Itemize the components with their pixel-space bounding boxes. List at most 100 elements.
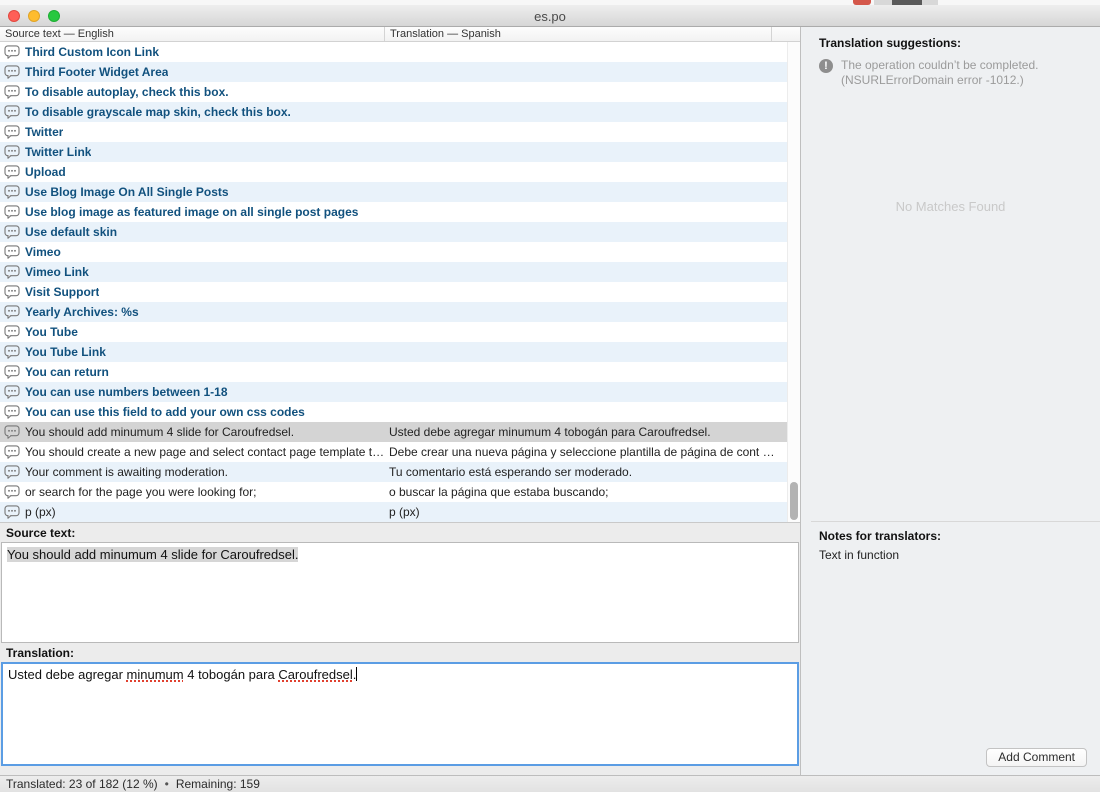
status-bar: Translated: 23 of 182 (12 %)•Remaining: … <box>0 775 1100 792</box>
list-item[interactable]: You can use this field to add your own c… <box>0 402 800 422</box>
column-header-source[interactable]: Source text — English <box>0 27 385 41</box>
comment-icon <box>4 385 20 399</box>
source-cell-text: You Tube Link <box>25 345 106 359</box>
list-item[interactable]: You Tube Link <box>0 342 800 362</box>
source-cell: You can use this field to add your own c… <box>0 402 385 422</box>
comment-icon <box>4 325 20 339</box>
comment-icon <box>4 425 20 439</box>
list-item[interactable]: To disable grayscale map skin, check thi… <box>0 102 800 122</box>
column-header-translation[interactable]: Translation — Spanish <box>385 27 772 41</box>
comment-icon <box>4 485 20 499</box>
list-item[interactable]: Third Footer Widget Area <box>0 62 800 82</box>
source-cell-text: You can use numbers between 1-18 <box>25 385 228 399</box>
source-cell-text: Vimeo <box>25 245 61 259</box>
translation-cell <box>385 202 800 222</box>
list-item[interactable]: Use blog image as featured image on all … <box>0 202 800 222</box>
list-item[interactable]: You can return <box>0 362 800 382</box>
source-cell: Upload <box>0 162 385 182</box>
list-item[interactable]: You should create a new page and select … <box>0 442 800 462</box>
list-item[interactable]: Use default skin <box>0 222 800 242</box>
list-item[interactable]: You can use numbers between 1-18 <box>0 382 800 402</box>
source-cell-text: Use default skin <box>25 225 117 239</box>
translation-cell: p (px) <box>385 502 800 522</box>
translation-cell <box>385 182 800 202</box>
source-cell-text: Vimeo Link <box>25 265 89 279</box>
translation-cell: o buscar la página que estaba buscando; <box>385 482 800 502</box>
source-cell-text: Your comment is awaiting moderation. <box>25 465 228 479</box>
source-text-label: Source text: <box>6 526 800 540</box>
list-item[interactable]: Twitter Link <box>0 142 800 162</box>
source-cell: p (px) <box>0 502 385 522</box>
comment-icon <box>4 85 20 99</box>
comment-icon <box>4 445 20 459</box>
translation-cell <box>385 402 800 422</box>
comment-icon <box>4 285 20 299</box>
list-item[interactable]: Twitter <box>0 122 800 142</box>
translated-count: Translated: 23 of 182 (12 %) <box>6 777 158 791</box>
window-title: es.po <box>0 9 1100 24</box>
translation-cell: Usted debe agregar minumum 4 tobogán par… <box>385 422 800 442</box>
source-cell-text: Yearly Archives: %s <box>25 305 139 319</box>
list-item[interactable]: Visit Support <box>0 282 800 302</box>
list-item[interactable]: Yearly Archives: %s <box>0 302 800 322</box>
comment-icon <box>4 125 20 139</box>
source-cell-text: or search for the page you were looking … <box>25 485 256 499</box>
source-cell-text: You can return <box>25 365 109 379</box>
source-cell: You can use numbers between 1-18 <box>0 382 385 402</box>
sidebar: Translation suggestions: ! The operation… <box>800 27 1100 775</box>
source-cell: Your comment is awaiting moderation. <box>0 462 385 482</box>
comment-icon <box>4 65 20 79</box>
list-item[interactable]: Vimeo Link <box>0 262 800 282</box>
translation-cell-text: Debe crear una nueva página y seleccione… <box>389 445 775 459</box>
translation-cell: Tu comentario está esperando ser moderad… <box>385 462 800 482</box>
source-cell: Twitter Link <box>0 142 385 162</box>
source-cell: Use Blog Image On All Single Posts <box>0 182 385 202</box>
list-item[interactable]: Third Custom Icon Link <box>0 42 800 62</box>
translation-cell <box>385 382 800 402</box>
list-item[interactable]: p (px) p (px) <box>0 502 800 522</box>
translation-cell <box>385 362 800 382</box>
misspelled-word: Caroufredsel <box>278 667 352 682</box>
list-item[interactable]: To disable autoplay, check this box. <box>0 82 800 102</box>
translation-cell <box>385 82 800 102</box>
source-cell-text: Visit Support <box>25 285 99 299</box>
translation-list[interactable]: Third Custom Icon LinkThird Footer Widge… <box>0 42 800 522</box>
notes-title: Notes for translators: <box>819 529 941 543</box>
list-item[interactable]: or search for the page you were looking … <box>0 482 800 502</box>
source-cell: You Tube Link <box>0 342 385 362</box>
poedit-window: es.po Source text — English Translation … <box>0 0 1100 792</box>
source-cell-text: Twitter Link <box>25 145 91 159</box>
source-cell: To disable grayscale map skin, check thi… <box>0 102 385 122</box>
comment-icon <box>4 245 20 259</box>
source-cell-text: p (px) <box>25 505 56 519</box>
suggestions-title: Translation suggestions: <box>801 27 1100 50</box>
translation-cell <box>385 142 800 162</box>
source-cell: Vimeo Link <box>0 262 385 282</box>
comment-icon <box>4 505 20 519</box>
list-item[interactable]: You Tube <box>0 322 800 342</box>
source-text-box[interactable]: You should add minumum 4 slide for Carou… <box>1 542 799 643</box>
source-cell-text: You can use this field to add your own c… <box>25 405 305 419</box>
source-cell: Third Custom Icon Link <box>0 42 385 62</box>
list-item[interactable]: Your comment is awaiting moderation. Tu c… <box>0 462 800 482</box>
translation-cell <box>385 222 800 242</box>
translation-input[interactable]: Usted debe agregar minumum 4 tobogán par… <box>1 662 799 766</box>
translation-cell-text: Tu comentario está esperando ser moderad… <box>389 465 632 479</box>
list-item[interactable]: Upload <box>0 162 800 182</box>
list-item[interactable]: Use Blog Image On All Single Posts <box>0 182 800 202</box>
add-comment-button[interactable]: Add Comment <box>986 748 1087 767</box>
misspelled-word: minumum <box>127 667 184 682</box>
source-cell: You can return <box>0 362 385 382</box>
translation-cell <box>385 122 800 142</box>
translation-cell <box>385 282 800 302</box>
error-icon: ! <box>819 59 833 73</box>
scrollbar-thumb[interactable] <box>790 482 798 520</box>
source-cell-text: Twitter <box>25 125 63 139</box>
source-cell: Twitter <box>0 122 385 142</box>
comment-icon <box>4 465 20 479</box>
list-item[interactable]: You should add minumum 4 slide for Carou… <box>0 422 800 442</box>
comment-icon <box>4 205 20 219</box>
source-cell: You should add minumum 4 slide for Carou… <box>0 422 385 442</box>
list-item[interactable]: Vimeo <box>0 242 800 262</box>
list-scrollbar[interactable] <box>787 42 800 522</box>
